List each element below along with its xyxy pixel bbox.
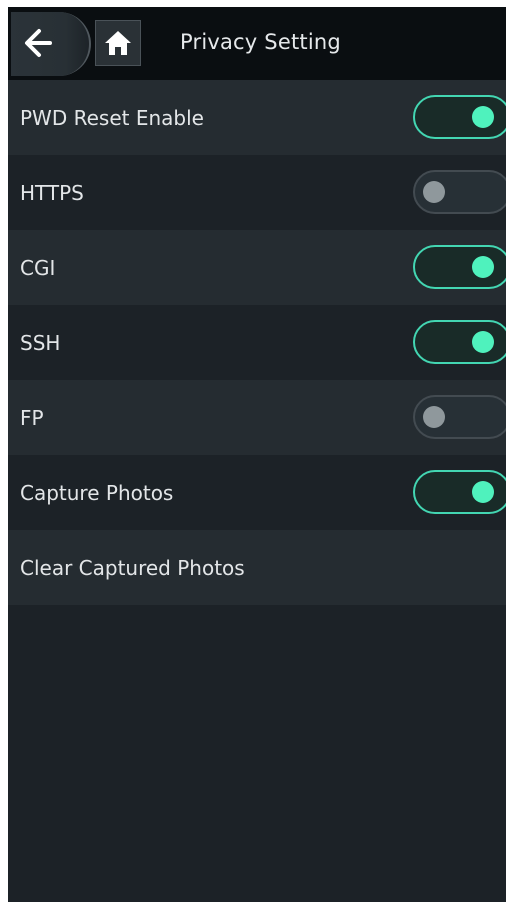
header-bar: Privacy Setting [8, 7, 506, 80]
back-button[interactable] [11, 12, 91, 76]
privacy-setting-screen: Privacy Setting PWD Reset Enable HTTPS C… [8, 7, 506, 902]
ssh-toggle[interactable] [413, 320, 506, 364]
setting-row-pwd-reset: PWD Reset Enable [8, 80, 506, 155]
setting-row-ssh: SSH [8, 305, 506, 380]
home-button[interactable] [95, 20, 141, 66]
setting-row-clear-captured-photos[interactable]: Clear Captured Photos [8, 530, 506, 605]
setting-label: SSH [20, 330, 61, 355]
toggle-knob [423, 181, 445, 203]
cgi-toggle[interactable] [413, 245, 506, 289]
clear-captured-photos-label: Clear Captured Photos [20, 555, 245, 580]
setting-row-cgi: CGI [8, 230, 506, 305]
fp-toggle[interactable] [413, 395, 506, 439]
https-toggle[interactable] [413, 170, 506, 214]
setting-label: CGI [20, 255, 56, 280]
pwd-reset-toggle[interactable] [413, 95, 506, 139]
page-title: Privacy Setting [180, 30, 341, 54]
setting-row-fp: FP [8, 380, 506, 455]
toggle-knob [472, 256, 494, 278]
toggle-knob [472, 106, 494, 128]
setting-label: Capture Photos [20, 480, 174, 505]
setting-row-https: HTTPS [8, 155, 506, 230]
toggle-knob [472, 331, 494, 353]
setting-row-capture-photos: Capture Photos [8, 455, 506, 530]
setting-label: FP [20, 405, 44, 430]
setting-label: HTTPS [20, 180, 84, 205]
setting-label: PWD Reset Enable [20, 105, 204, 130]
home-icon [105, 31, 131, 55]
arrow-left-icon [25, 29, 52, 57]
toggle-knob [472, 481, 494, 503]
toggle-knob [423, 406, 445, 428]
capture-photos-toggle[interactable] [413, 470, 506, 514]
